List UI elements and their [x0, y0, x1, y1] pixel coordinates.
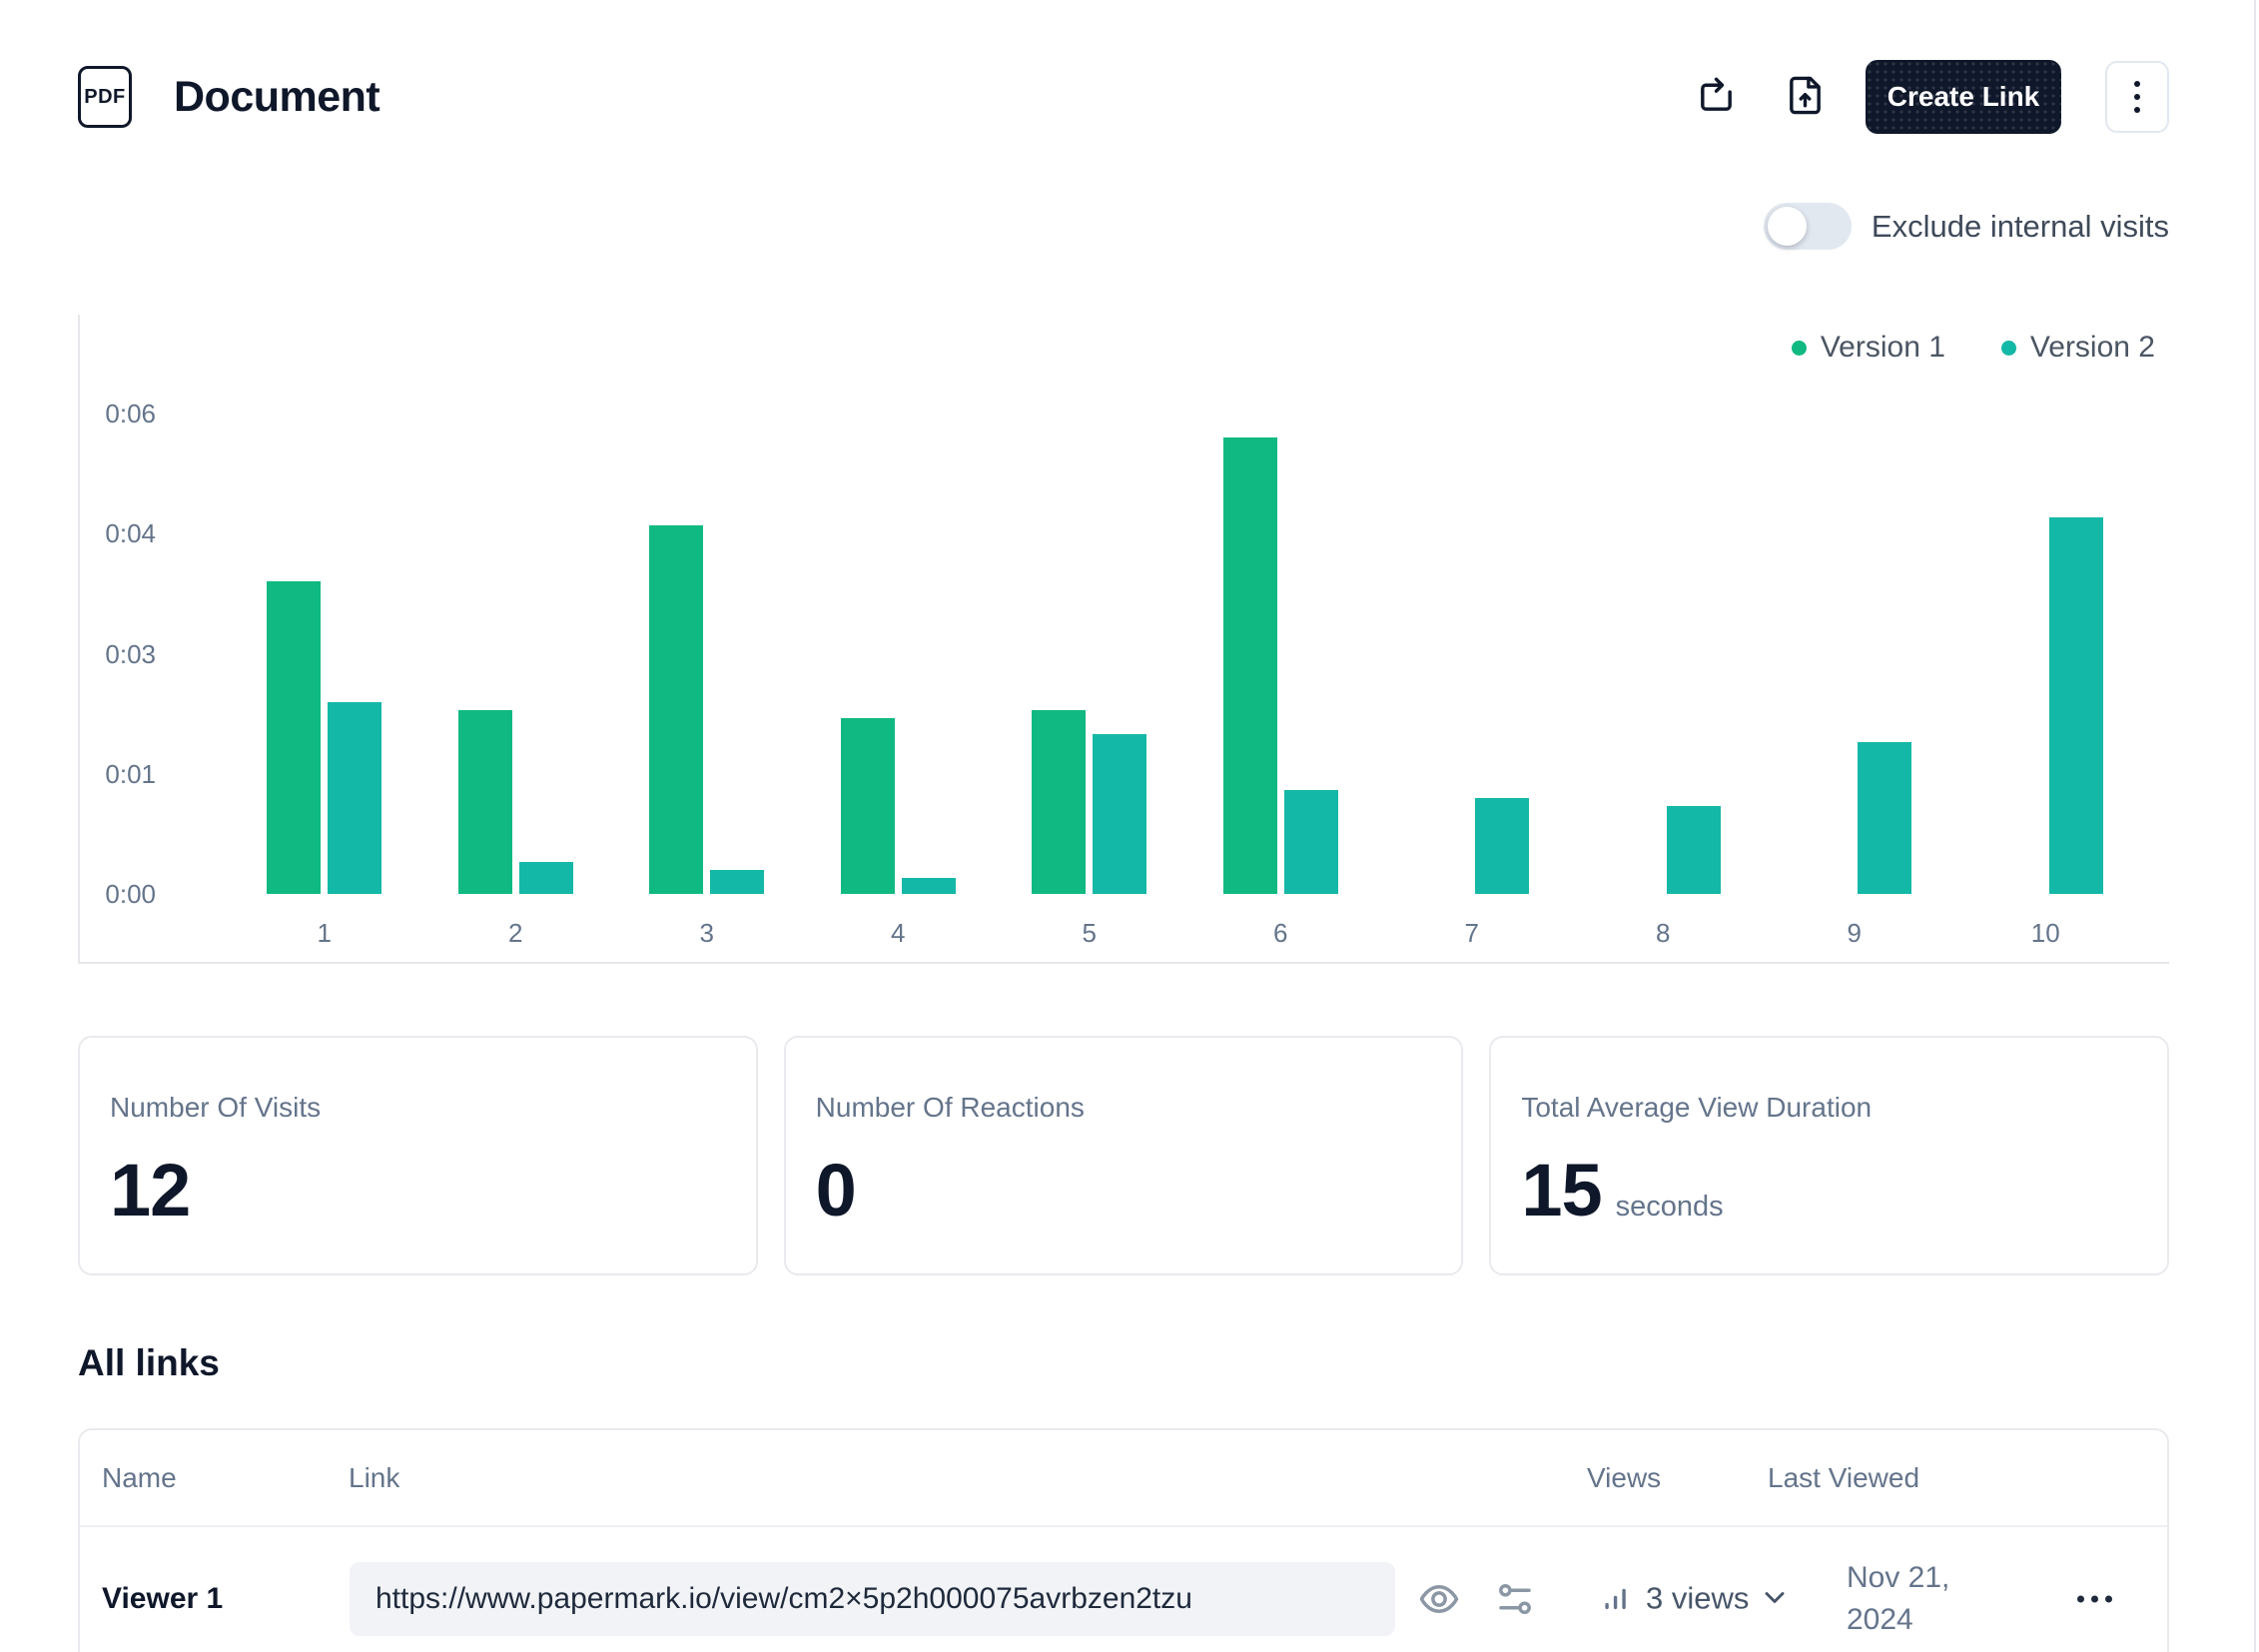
update-document-button[interactable] — [1696, 75, 1737, 119]
chevron-down-icon — [1759, 1581, 1791, 1616]
all-links-heading: All links — [78, 1342, 220, 1384]
links-table: Name Link Views Last Viewed Viewer 1 htt… — [78, 1428, 2169, 1652]
x-axis-tick-label: 4 — [858, 918, 938, 949]
views-dropdown[interactable]: 3 views — [1600, 1580, 1791, 1617]
row-actions-button[interactable] — [2077, 1595, 2119, 1602]
upload-new-version-button[interactable] — [1785, 75, 1826, 119]
page-title: Document — [174, 73, 379, 122]
pdf-badge-label: PDF — [84, 86, 126, 109]
links-table-header: Name Link Views Last Viewed — [80, 1430, 2167, 1527]
date-line-2: 2024 — [1847, 1603, 1913, 1636]
page-header: PDF Document — [78, 58, 2169, 136]
bar-version-1-page-5[interactable] — [1032, 710, 1086, 894]
last-viewed-date: Nov 21, 2024 — [1847, 1557, 1949, 1641]
column-header-link: Link — [349, 1462, 399, 1494]
bar-version-2-page-5[interactable] — [1093, 734, 1146, 894]
y-axis-tick-label: 0:06 — [80, 399, 156, 429]
y-axis-tick-label: 0:00 — [80, 879, 156, 910]
scrollbar-track[interactable] — [2254, 0, 2256, 1652]
stat-value-suffix: seconds — [1616, 1191, 1724, 1224]
chart-plot-area: 0:00 0:01 0:03 0:04 0:06 1 2 3 4 5 6 7 8 9 10 — [80, 315, 2169, 962]
more-options-button[interactable] — [2105, 61, 2169, 133]
ellipsis-icon — [2077, 1595, 2119, 1602]
link-name: Viewer 1 — [102, 1582, 223, 1616]
x-axis-tick-label: 3 — [667, 918, 747, 949]
document-analytics-page: PDF Document — [0, 0, 2259, 1652]
date-line-1: Nov 21, — [1847, 1561, 1949, 1594]
bar-version-2-page-9[interactable] — [1858, 742, 1911, 894]
views-count: 3 views — [1646, 1581, 1749, 1617]
x-axis-tick-label: 6 — [1240, 918, 1320, 949]
stats-cards-row: Number Of Visits 12 Number Of Reactions … — [78, 1036, 2169, 1275]
x-axis-tick-label: 1 — [285, 918, 365, 949]
link-settings-button[interactable] — [1494, 1578, 1536, 1620]
preview-link-button[interactable] — [1418, 1578, 1460, 1620]
stat-label: Number Of Visits — [110, 1092, 726, 1124]
exclude-internal-visits-row: Exclude internal visits — [1764, 203, 2169, 250]
toggle-thumb — [1768, 207, 1807, 246]
view-duration-chart: Version 1 Version 2 0:000:010:030:040:06… — [78, 315, 2169, 964]
stat-value: 12 — [110, 1148, 190, 1233]
stat-value: 0 — [816, 1148, 856, 1233]
bar-version-2-page-6[interactable] — [1284, 790, 1338, 894]
pdf-file-type-badge: PDF — [78, 66, 132, 128]
settings-sliders-icon — [1494, 1578, 1536, 1620]
x-axis-tick-label: 10 — [2005, 918, 2085, 949]
x-axis-tick-label: 7 — [1432, 918, 1512, 949]
link-row: Viewer 1 https://www.papermark.io/view/c… — [80, 1527, 2167, 1652]
stat-value: 15 — [1521, 1148, 1601, 1233]
exclude-internal-visits-label: Exclude internal visits — [1872, 209, 2169, 245]
bar-version-2-page-3[interactable] — [710, 870, 764, 894]
y-axis-tick-label: 0:01 — [80, 759, 156, 790]
bar-version-2-page-8[interactable] — [1667, 806, 1721, 894]
file-upload-icon — [1785, 75, 1826, 119]
stat-card-visits: Number Of Visits 12 — [78, 1036, 758, 1275]
bar-version-2-page-2[interactable] — [519, 862, 573, 894]
link-url-text: https://www.papermark.io/view/cm2×5p2h00… — [376, 1582, 1192, 1616]
bar-version-1-page-4[interactable] — [841, 718, 895, 894]
create-link-button[interactable]: Create Link — [1866, 60, 2061, 134]
bar-version-1-page-6[interactable] — [1223, 437, 1277, 894]
stat-label: Total Average View Duration — [1521, 1092, 2137, 1124]
x-axis-tick-label: 2 — [475, 918, 555, 949]
eye-icon — [1418, 1578, 1460, 1620]
refresh-icon — [1696, 75, 1737, 119]
kebab-menu-icon — [2134, 78, 2140, 117]
x-axis-tick-label: 8 — [1623, 918, 1703, 949]
stat-label: Number Of Reactions — [816, 1092, 1432, 1124]
column-header-views: Views — [1587, 1462, 1661, 1494]
bar-version-2-page-1[interactable] — [328, 702, 381, 894]
header-left: PDF Document — [78, 66, 379, 128]
header-actions: Create Link — [1696, 60, 2169, 134]
link-url-pill[interactable]: https://www.papermark.io/view/cm2×5p2h00… — [350, 1562, 1395, 1636]
create-link-label: Create Link — [1887, 81, 2040, 112]
x-axis-tick-label: 5 — [1050, 918, 1130, 949]
column-header-name: Name — [102, 1462, 177, 1494]
bar-version-1-page-1[interactable] — [267, 581, 321, 894]
x-axis-tick-label: 9 — [1815, 918, 1894, 949]
stat-card-avg-duration: Total Average View Duration 15 seconds — [1489, 1036, 2169, 1275]
bar-version-1-page-3[interactable] — [649, 525, 703, 894]
stat-card-reactions: Number Of Reactions 0 — [784, 1036, 1464, 1275]
bar-chart-icon — [1600, 1580, 1634, 1617]
exclude-internal-visits-toggle[interactable] — [1764, 203, 1852, 250]
bar-version-1-page-2[interactable] — [458, 710, 512, 894]
bar-version-2-page-10[interactable] — [2049, 517, 2103, 894]
bar-version-2-page-4[interactable] — [902, 878, 956, 894]
column-header-last-viewed: Last Viewed — [1768, 1462, 1919, 1494]
bar-version-2-page-7[interactable] — [1475, 798, 1529, 894]
y-axis-tick-label: 0:04 — [80, 518, 156, 549]
y-axis-tick-label: 0:03 — [80, 639, 156, 670]
